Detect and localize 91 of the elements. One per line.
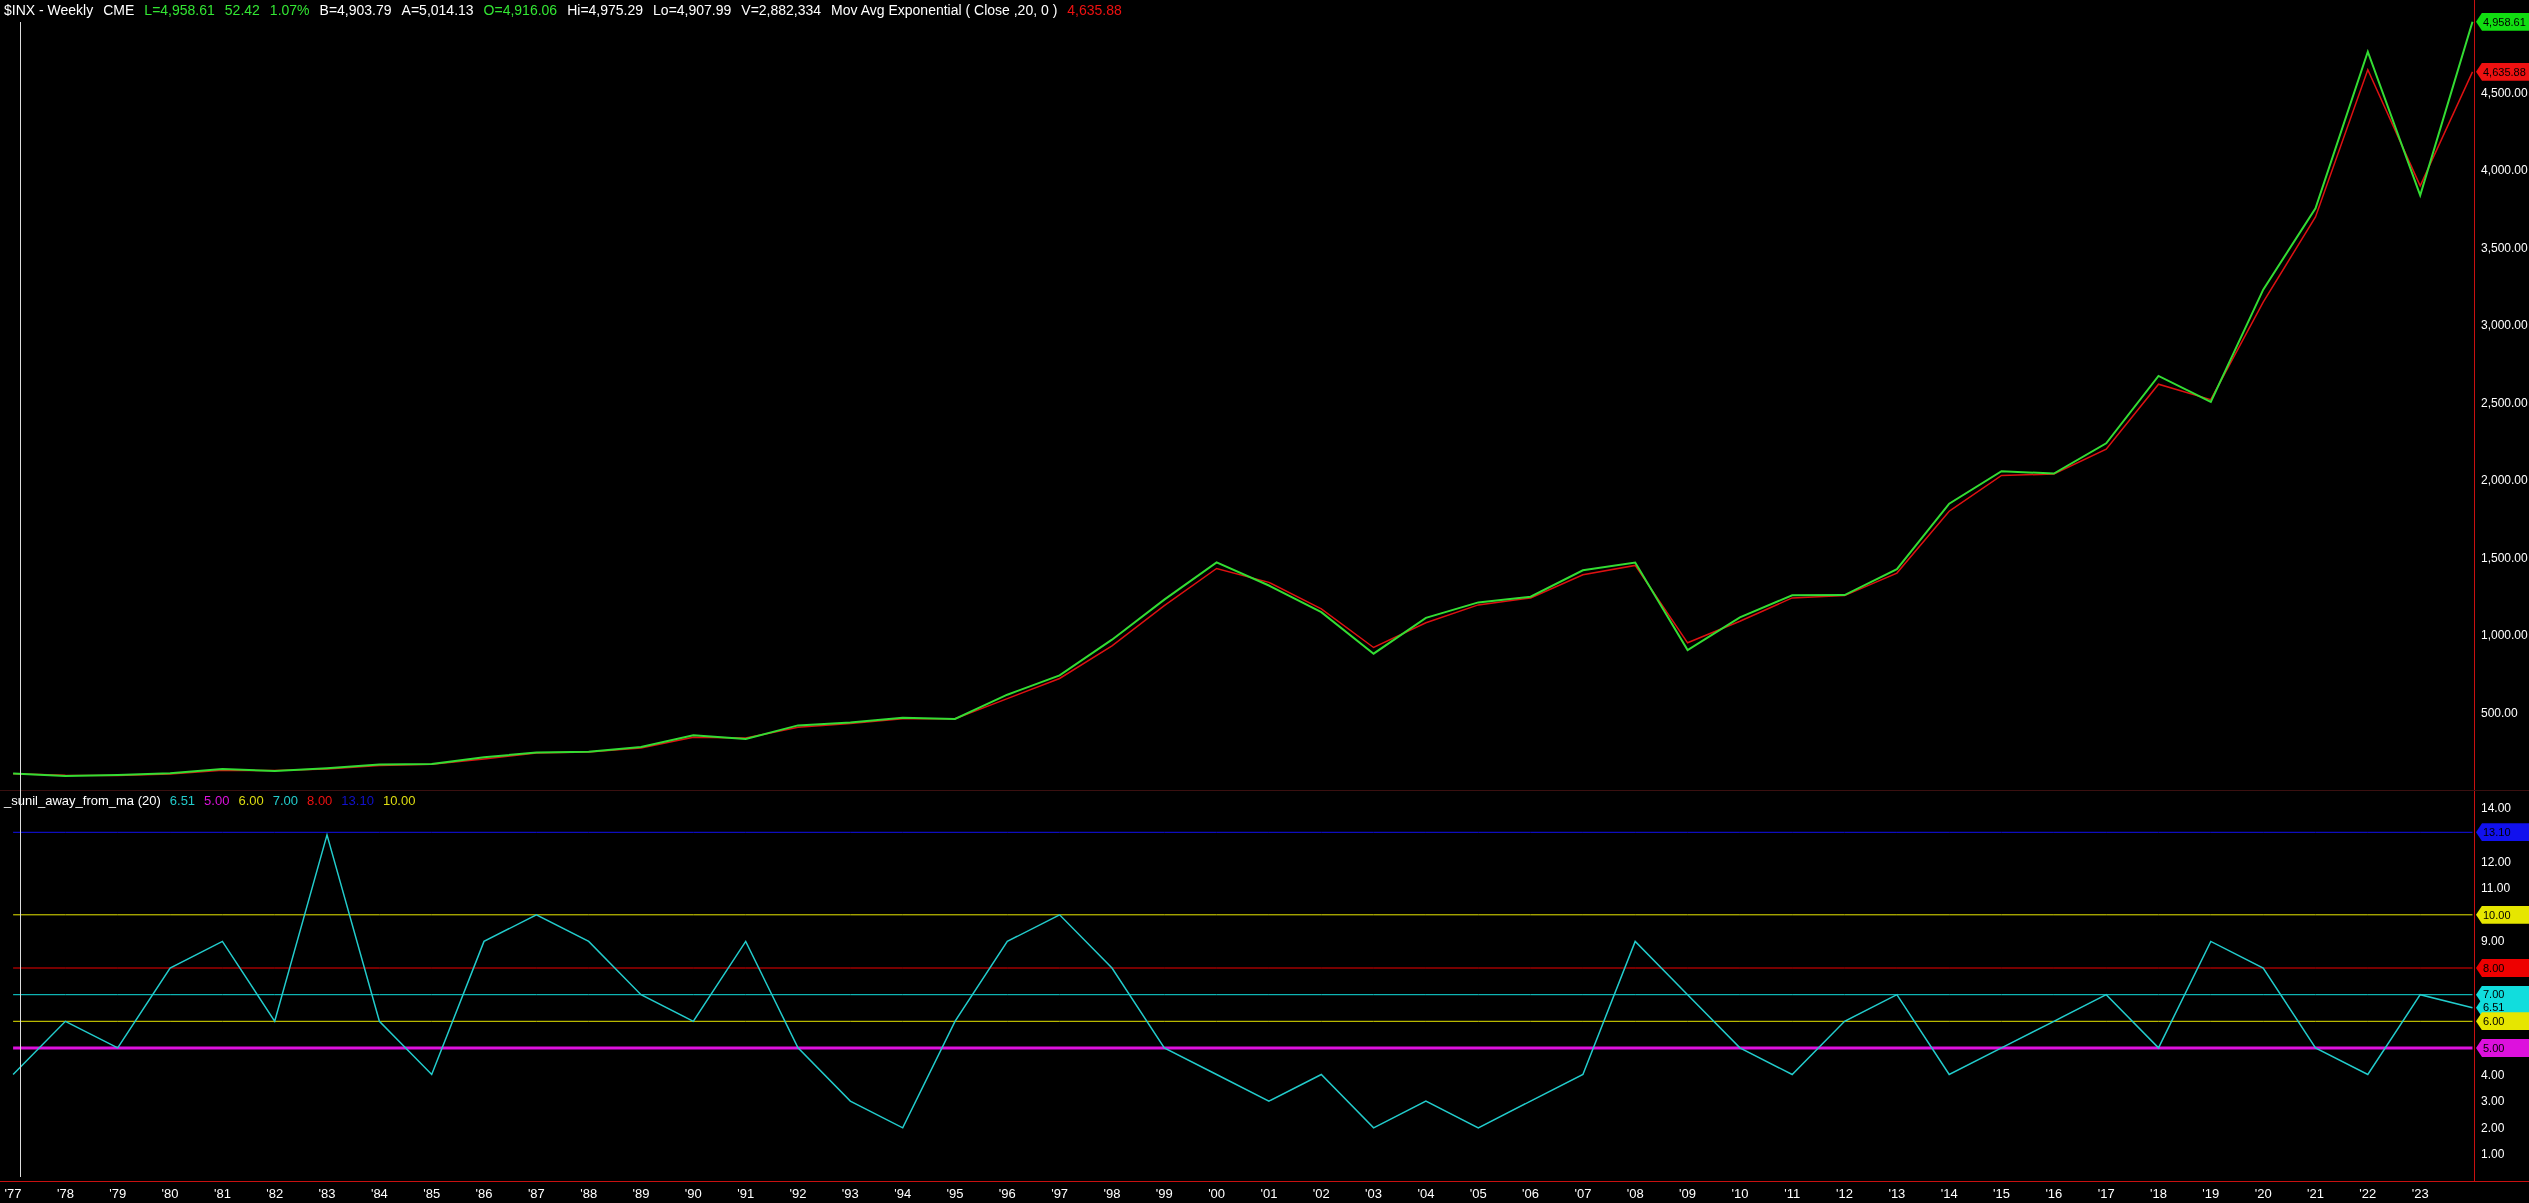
value-badge: 10.00 bbox=[2476, 905, 2529, 924]
axis-label: '90 bbox=[684, 1186, 702, 1201]
axis-label: '99 bbox=[1155, 1186, 1173, 1201]
axis-label: '89 bbox=[632, 1186, 650, 1201]
header-text: O=4,916.06 bbox=[483, 2, 558, 18]
axis-label: '15 bbox=[1993, 1186, 2010, 1201]
value-badge: 5.00 bbox=[2476, 1038, 2529, 1057]
axis-label: 4,000.00 bbox=[2481, 163, 2528, 178]
legend-value: 5.00 bbox=[204, 793, 230, 808]
axis-label: '01 bbox=[1260, 1186, 1278, 1201]
header-text: CME bbox=[103, 2, 135, 18]
header-text: $INX - Weekly bbox=[4, 2, 94, 18]
axis-label: 2.00 bbox=[2481, 1120, 2505, 1135]
axis-label: '06 bbox=[1522, 1186, 1540, 1201]
header-text: 52.42 bbox=[224, 2, 260, 18]
axis-label: '95 bbox=[946, 1186, 964, 1201]
value-badge: 6.00 bbox=[2476, 1012, 2529, 1031]
axis-label: '80 bbox=[161, 1186, 179, 1201]
axis-label: 3.00 bbox=[2481, 1094, 2505, 1109]
header-text: B=4,903.79 bbox=[319, 2, 392, 18]
axis-label: '22 bbox=[2359, 1186, 2377, 1201]
axis-label: '18 bbox=[2150, 1186, 2167, 1201]
axis-label: 4.00 bbox=[2481, 1067, 2505, 1082]
axis-label: '20 bbox=[2254, 1186, 2272, 1201]
axis-label: '97 bbox=[1051, 1186, 1069, 1201]
axis-label: '98 bbox=[1103, 1186, 1121, 1201]
axis-label: '02 bbox=[1312, 1186, 1330, 1201]
axis-label: 9.00 bbox=[2481, 934, 2505, 949]
axis-label: '86 bbox=[475, 1186, 493, 1201]
axis-label: '16 bbox=[2045, 1186, 2063, 1201]
axis-label: '00 bbox=[1208, 1186, 1226, 1201]
axis-label: '14 bbox=[1940, 1186, 1958, 1201]
legend-value: 10.00 bbox=[382, 793, 416, 808]
axis-label: 4,500.00 bbox=[2481, 85, 2528, 100]
axis-label: '05 bbox=[1469, 1186, 1487, 1201]
axis-label: 1,500.00 bbox=[2481, 550, 2528, 565]
axis-label: '10 bbox=[1731, 1186, 1749, 1201]
header-text: Hi=4,975.29 bbox=[567, 2, 644, 18]
axis-label: 3,000.00 bbox=[2481, 318, 2528, 333]
header-text: Lo=4,907.99 bbox=[653, 2, 732, 18]
axis-label: '17 bbox=[2097, 1186, 2115, 1201]
axis-label: '79 bbox=[109, 1186, 127, 1201]
value-badge: 4,635.88 bbox=[2476, 62, 2529, 81]
axis-label: '82 bbox=[266, 1186, 284, 1201]
legend-value: 6.51 bbox=[169, 793, 196, 808]
axis-label: '77 bbox=[4, 1186, 22, 1201]
value-badge: 8.00 bbox=[2476, 959, 2529, 977]
axis-label: '88 bbox=[580, 1186, 598, 1201]
header-text: V=2,882,334 bbox=[741, 2, 822, 18]
axis-label: '23 bbox=[2411, 1186, 2429, 1201]
axis-label: '84 bbox=[370, 1186, 388, 1201]
axis-label: '96 bbox=[998, 1186, 1016, 1201]
axis-label: '83 bbox=[318, 1186, 336, 1201]
axis-label: '11 bbox=[1784, 1186, 1801, 1201]
axis-label: 11.00 bbox=[2481, 881, 2511, 896]
header-text: 1.07% bbox=[269, 2, 310, 18]
axis-label: '21 bbox=[2307, 1186, 2324, 1201]
axis-label: 2,000.00 bbox=[2481, 473, 2528, 488]
legend-value: 7.00 bbox=[272, 793, 299, 808]
axis-label: '85 bbox=[423, 1186, 441, 1201]
legend-value: 13.10 bbox=[341, 793, 374, 808]
value-badge: 4,958.61 bbox=[2476, 12, 2529, 31]
value-badge: 13.10 bbox=[2476, 823, 2529, 842]
study-value: 4,635.88 bbox=[1067, 2, 1122, 18]
axis-label: '04 bbox=[1417, 1186, 1435, 1201]
axis-label: '92 bbox=[789, 1186, 807, 1201]
header-text: Mov Avg Exponential ( Close ,20, 0 ) bbox=[831, 2, 1058, 18]
axis-label: '19 bbox=[2202, 1186, 2220, 1201]
axis-label: '78 bbox=[56, 1186, 74, 1201]
axis-label: 14.00 bbox=[2481, 801, 2512, 816]
axis-label: '91 bbox=[737, 1186, 755, 1201]
axis-label: '08 bbox=[1626, 1186, 1644, 1201]
axis-label: '07 bbox=[1574, 1186, 1592, 1201]
axis-label: '81 bbox=[213, 1186, 231, 1201]
axis-label: '93 bbox=[841, 1186, 859, 1201]
header-text: L=4,958.61 bbox=[144, 2, 215, 18]
axis-label: '87 bbox=[527, 1186, 545, 1201]
axis-label: 2,500.00 bbox=[2481, 395, 2528, 410]
header-text: A=5,014.13 bbox=[401, 2, 474, 18]
axis-label: '13 bbox=[1888, 1186, 1906, 1201]
axis-label: '03 bbox=[1365, 1186, 1383, 1201]
axis-label: '94 bbox=[894, 1186, 912, 1201]
axis-label: 12.00 bbox=[2481, 854, 2512, 869]
legend-value: 8.00 bbox=[307, 793, 333, 808]
axis-label: '09 bbox=[1679, 1186, 1697, 1201]
axis-label: 3,500.00 bbox=[2481, 240, 2528, 255]
legend-value: 6.00 bbox=[238, 793, 264, 808]
axis-label: 1,000.00 bbox=[2481, 628, 2528, 643]
axis-label: 1.00 bbox=[2481, 1147, 2505, 1162]
axis-label: 500.00 bbox=[2481, 705, 2518, 720]
axis-label: '12 bbox=[1836, 1186, 1853, 1201]
